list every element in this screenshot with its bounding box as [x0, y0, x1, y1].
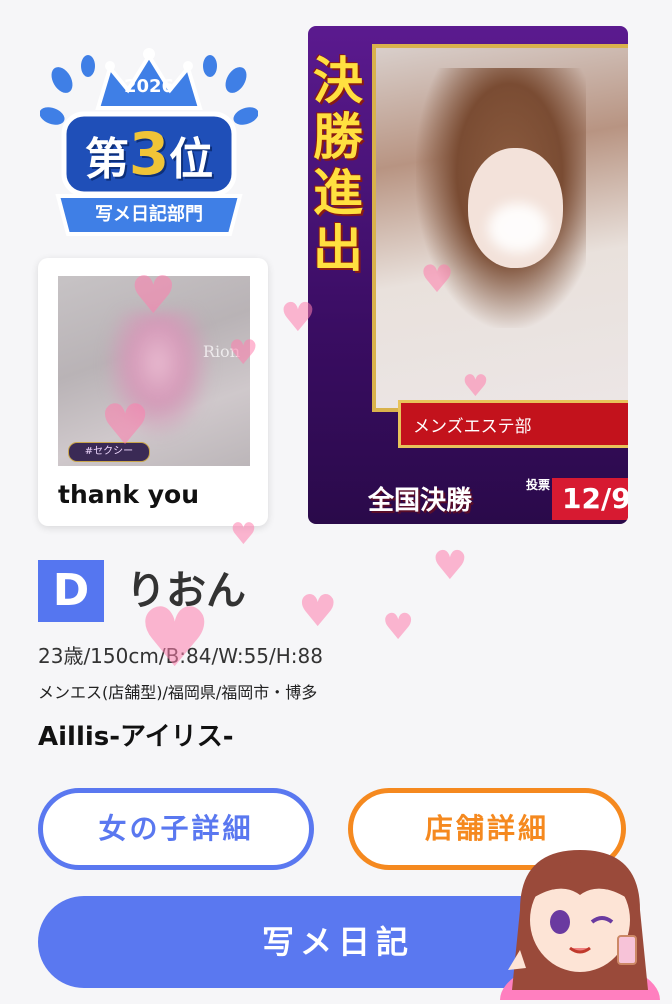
diary-photo[interactable]: Rion #セクシー: [58, 276, 250, 466]
diary-card[interactable]: Rion #セクシー thank you: [38, 258, 268, 526]
girl-name: りおん: [126, 568, 246, 614]
ranking-badge: 2026 第3位 写メ日記部門: [39, 38, 259, 248]
banner-vote-label: 投票: [526, 478, 551, 492]
diary-photo-tag: #セクシー: [68, 442, 150, 462]
girl-detail-button[interactable]: 女の子詳細: [38, 788, 314, 870]
heart-icon: ♥: [382, 607, 415, 648]
banner-vertical-text: 決勝進出: [308, 54, 364, 278]
girl-area: メンエス(店舗型)/福岡県/福岡市・博多: [38, 683, 318, 702]
badge-rank-prefix: 第: [84, 134, 129, 185]
badge-rank-number: 3: [128, 120, 170, 188]
badge-rank-suffix: 位: [169, 134, 214, 185]
banner-date: 12/9: [552, 478, 628, 520]
badge-category: 写メ日記部門: [95, 204, 203, 225]
banner-category: メンズエステ部: [398, 400, 628, 448]
banner-photo-face: [468, 148, 563, 268]
banner-photo: [372, 44, 628, 412]
badge-year: 2026: [123, 76, 175, 97]
badge-rank: 第3位: [64, 116, 234, 192]
diary-caption: thank you: [58, 480, 200, 509]
banner-final-label: 全国決勝: [368, 486, 473, 516]
heart-icon: ♥: [298, 586, 338, 637]
girl-stats: 23歳/150cm/B:84/W:55/H:88: [38, 644, 323, 668]
diary-photo-figure: [103, 311, 213, 441]
mascot-icon: [490, 840, 672, 1004]
promo-banner[interactable]: 決勝進出 メンズエステ部 全国決勝 投票 12/9: [308, 26, 628, 524]
diary-photo-watermark: Rion: [202, 342, 240, 361]
grade-badge: D: [38, 560, 104, 622]
shop-name: Aillis-アイリス-: [38, 722, 234, 752]
heart-icon: ♥: [432, 543, 468, 589]
